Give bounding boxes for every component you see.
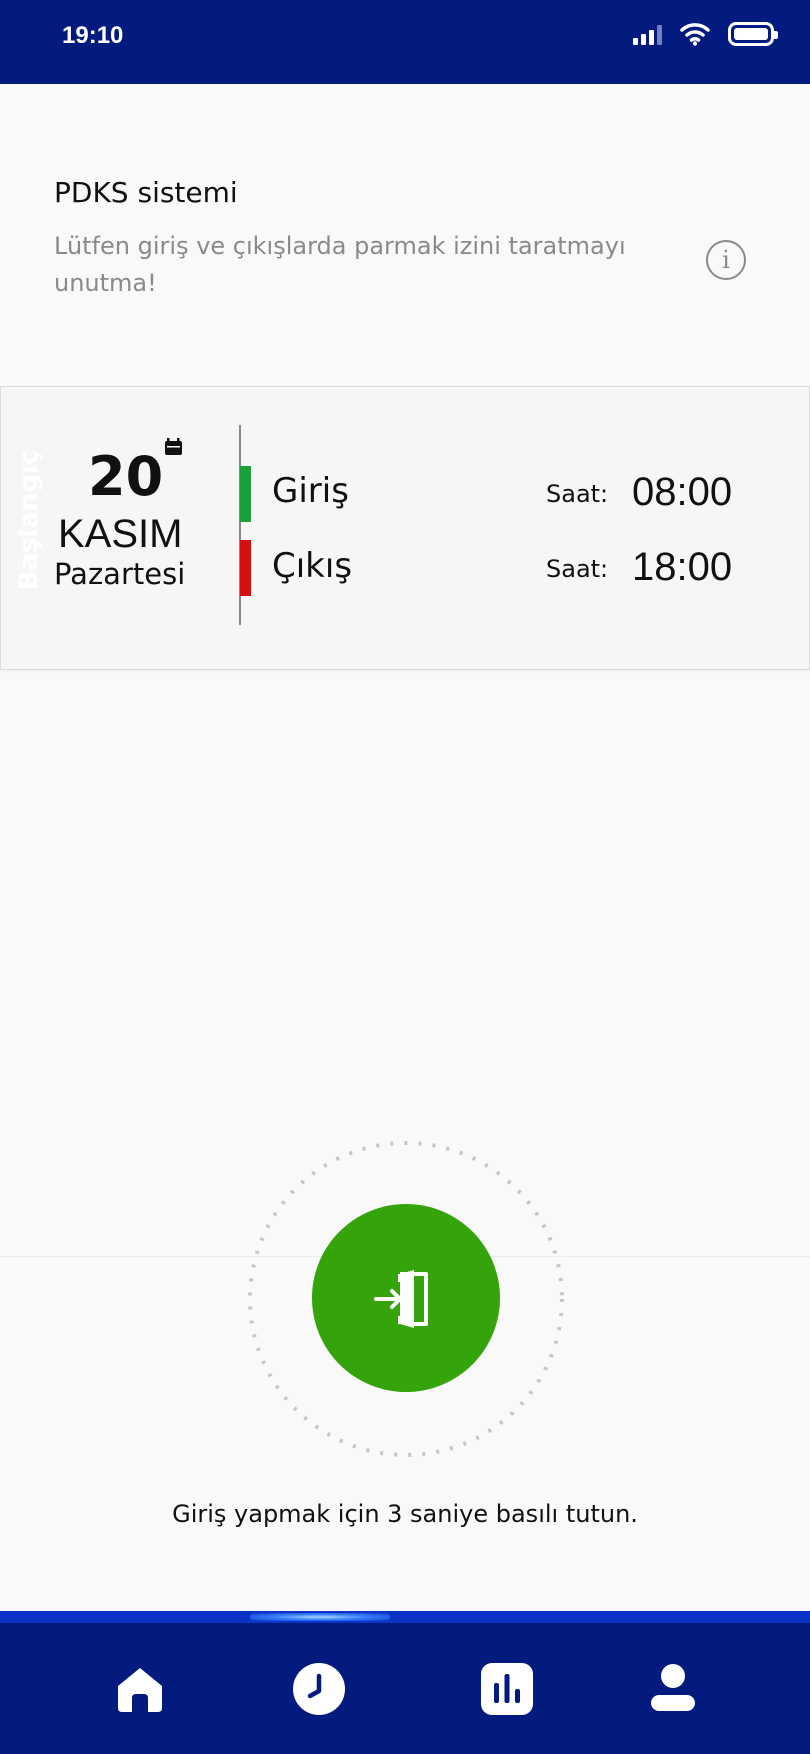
nav-history[interactable]	[287, 1657, 351, 1721]
date-weekday: Pazartesi	[54, 557, 186, 591]
user-icon	[651, 1664, 695, 1711]
entry-time: 08:00	[632, 470, 733, 514]
nav-reports[interactable]	[475, 1657, 539, 1721]
entry-label: Giriş	[272, 471, 349, 511]
home-icon	[118, 1668, 162, 1712]
battery-icon	[728, 22, 778, 46]
info-icon[interactable]: i	[706, 240, 746, 280]
status-icons	[633, 22, 778, 46]
nav-home[interactable]	[108, 1657, 172, 1721]
door-enter-icon	[374, 1270, 428, 1328]
page-subtitle: Lütfen giriş ve çıkışlarda parmak izini …	[54, 232, 626, 297]
calendar-icon	[165, 438, 182, 455]
bottom-nav	[0, 1623, 810, 1754]
date-day: 20	[88, 445, 164, 508]
entry-saat-label: Saat:	[546, 480, 609, 508]
exit-label: Çıkış	[272, 546, 353, 586]
wifi-icon	[680, 23, 710, 46]
exit-time: 18:00	[632, 545, 733, 589]
page-title: PDKS sistemi	[54, 176, 238, 209]
status-bar: 19:10	[0, 0, 810, 84]
hold-instruction: Giriş yapmak için 3 saniye basılı tutun.	[172, 1500, 638, 1528]
date-month: KASIM	[58, 512, 183, 556]
exit-indicator-bar	[240, 540, 251, 596]
exit-saat-label: Saat:	[546, 555, 609, 583]
clock-icon	[293, 1663, 345, 1715]
status-time: 19:10	[62, 22, 124, 49]
signal-icon	[633, 23, 662, 45]
chart-icon	[481, 1663, 533, 1715]
entry-indicator-bar	[240, 466, 251, 522]
check-in-button[interactable]	[312, 1204, 500, 1392]
nav-profile[interactable]	[641, 1657, 705, 1721]
start-vertical-label: Başlangıç	[14, 430, 44, 610]
nav-active-glow	[0, 1611, 810, 1623]
start-vertical-label-text: Başlangıç	[14, 449, 44, 591]
